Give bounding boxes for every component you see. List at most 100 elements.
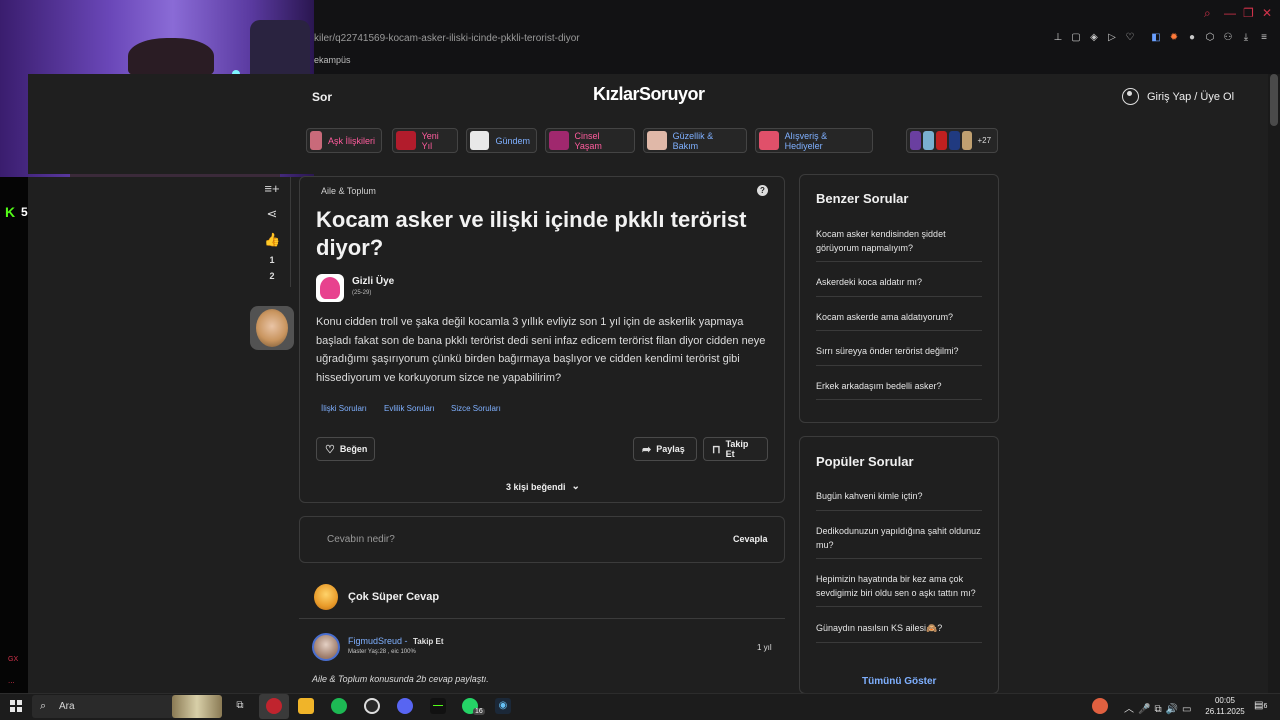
login-button[interactable]: Giriş Yap / Üye Ol <box>1122 88 1234 105</box>
list-item[interactable]: Erkek arkadaşım bedelli asker? <box>816 379 982 393</box>
shield-icon[interactable]: ◈ <box>1088 32 1100 44</box>
share-arrow-icon: ➦ <box>642 443 652 456</box>
divider <box>816 606 982 607</box>
scrollbar-thumb[interactable] <box>1270 74 1278 126</box>
category-chip[interactable]: Gündem <box>466 128 537 153</box>
app-icon[interactable] <box>364 698 380 714</box>
weather-icon[interactable] <box>1092 698 1108 714</box>
clock-date[interactable]: 26.11.2025 <box>1204 707 1246 716</box>
answer-input[interactable]: Cevabın nedir? <box>327 534 395 545</box>
author-name: Gizli Üye <box>352 276 395 287</box>
category-icon <box>935 131 947 150</box>
task-view-icon[interactable]: ⧉ <box>232 698 248 714</box>
heart-icon[interactable]: ♡ <box>1124 32 1136 44</box>
notification-icon[interactable]: ▤6 <box>1254 700 1267 711</box>
best-answer-title: Çok Süper Cevap <box>348 591 440 603</box>
pin-icon[interactable]: ⊥ <box>1052 32 1064 44</box>
screenshot-icon[interactable]: ▢ <box>1070 32 1082 44</box>
site-logo[interactable]: KızlarSoruyor <box>593 84 705 105</box>
whatsapp-badge: 16 <box>473 708 485 715</box>
list-item[interactable]: Kocam asker kendisinden şiddet görüyorum… <box>816 227 982 255</box>
system-tray[interactable]: ︿🎤⧉🔊▭ <box>1124 700 1196 715</box>
restore-icon[interactable]: ❐ <box>1243 6 1254 20</box>
opera-gx-icon[interactable] <box>266 698 282 714</box>
steam-icon[interactable]: ◉ <box>495 698 511 714</box>
follow-author-button[interactable]: Takip Et <box>413 637 444 646</box>
share-button[interactable]: ➦ Paylaş <box>633 437 697 461</box>
discord-icon[interactable] <box>397 698 413 714</box>
search-input[interactable]: Ara <box>59 701 75 712</box>
terminal-icon[interactable]: — <box>430 698 446 714</box>
puzzle-icon[interactable]: ⬡ <box>1204 32 1216 44</box>
like-button[interactable]: ♡ Beğen <box>316 437 375 461</box>
medal-icon <box>314 584 338 610</box>
more-categories-chip[interactable]: +27 <box>906 128 998 153</box>
avatar-image <box>256 309 288 347</box>
show-all-link[interactable]: Tümünü Göster <box>862 676 936 687</box>
bookmark-item[interactable]: ekampüs <box>314 55 351 65</box>
download-icon[interactable]: ⤓ <box>1240 32 1252 44</box>
clock-time[interactable]: 00:05 <box>1206 696 1244 705</box>
thumbs-up-icon[interactable]: 👍 <box>264 232 280 248</box>
list-item[interactable]: Hepimizin hayatında bir kez ama çok sevd… <box>816 572 982 600</box>
likes-summary[interactable]: 3 kişi beğendi ⌄ <box>506 481 580 492</box>
lock-icon[interactable]: ● <box>1186 32 1198 44</box>
ask-button[interactable]: Sor <box>312 90 332 104</box>
category-icon <box>961 131 973 150</box>
author-meta: Master Yaş:28 , eic 100% <box>348 649 416 655</box>
search-icon[interactable]: ⌕ <box>1204 6 1211 21</box>
add-list-icon[interactable]: ≡+ <box>264 181 280 197</box>
search-icon: ⌕ <box>40 700 47 712</box>
list-item[interactable]: Sırrı süreyya önder terörist değilmi? <box>816 344 982 358</box>
category-icon <box>647 131 667 150</box>
windows-start-icon[interactable] <box>10 700 22 712</box>
question-body: Konu cidden troll ve şaka değil kocamla … <box>316 316 766 384</box>
divider <box>816 330 982 331</box>
list-item[interactable]: Günaydın nasılsın KS ailesi🙈? <box>816 621 982 635</box>
scrollbar[interactable] <box>1268 74 1280 693</box>
list-item[interactable]: Kocam askerde ama aldatıyorum? <box>816 310 982 324</box>
divider <box>816 296 982 297</box>
card-title: Benzer Sorular <box>816 191 909 206</box>
divider <box>816 558 982 559</box>
answer-author[interactable]: FigmudSreud - <box>348 636 408 646</box>
minimize-icon[interactable]: — <box>1224 6 1236 20</box>
page-title: Kocam asker ve ilişki içinde pkklı terör… <box>316 207 747 260</box>
help-icon[interactable]: ? <box>757 185 768 196</box>
dislike-count: 2 <box>269 271 275 281</box>
divider <box>816 510 982 511</box>
spotify-icon[interactable] <box>331 698 347 714</box>
file-explorer-icon[interactable] <box>298 698 314 714</box>
category-icon <box>910 131 921 150</box>
divider <box>816 399 982 400</box>
search-highlight-image <box>172 695 222 718</box>
category-chip[interactable]: Aşk İlişkileri <box>306 128 382 153</box>
share-icon[interactable]: ⋖ <box>264 206 280 222</box>
answer-time: 1 yıl <box>757 643 772 652</box>
category-chip[interactable]: Alışveriş & Hediyeler <box>755 128 873 153</box>
translate-icon[interactable]: ◧ <box>1150 32 1162 44</box>
list-item[interactable]: Bugün kahveni kimle içtin? <box>816 489 982 503</box>
menu-icon[interactable]: ≡ <box>1258 32 1270 44</box>
category-chip[interactable]: Yeni Yıl <box>392 128 458 153</box>
gx-label[interactable]: GX <box>8 656 18 663</box>
tag-link[interactable]: Sizce Soruları <box>451 404 501 413</box>
list-item[interactable]: Dedikodunuzun yapıldığına şahit oldunuz … <box>816 524 982 552</box>
follow-button[interactable]: ⊓ Takip Et <box>703 437 768 461</box>
extension-icon[interactable]: ✹ <box>1168 32 1180 44</box>
magnifier-icon <box>470 131 490 150</box>
avatar[interactable] <box>312 633 340 661</box>
category-chip[interactable]: Güzellik & Bakım <box>643 128 747 153</box>
tag-link[interactable]: Evlilik Soruları <box>384 404 435 413</box>
play-icon[interactable]: ▷ <box>1106 32 1118 44</box>
address-bar[interactable]: kiler/q22741569-kocam-asker-iliski-icind… <box>314 30 1014 48</box>
list-item[interactable]: Askerdeki koca aldatır mı? <box>816 275 982 289</box>
more-icon[interactable]: ... <box>8 676 15 685</box>
tag-link[interactable]: İlişki Soruları <box>321 404 367 413</box>
category-icon <box>310 131 322 150</box>
category-chip[interactable]: Cinsel Yaşam <box>545 128 635 153</box>
reply-button[interactable]: Cevapla <box>733 534 768 544</box>
breadcrumb[interactable]: Aile & Toplum <box>321 186 376 196</box>
close-icon[interactable]: ✕ <box>1262 6 1272 20</box>
profile-icon[interactable]: ⚇ <box>1222 32 1234 44</box>
